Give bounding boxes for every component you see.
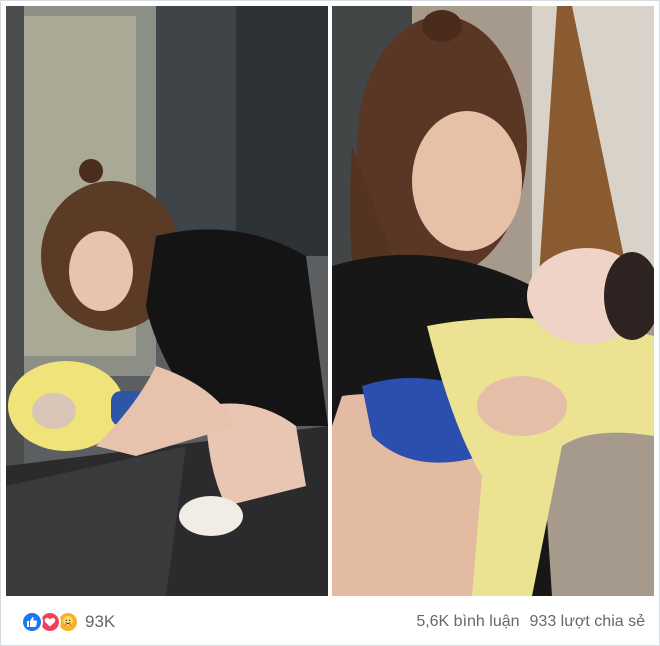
post-stats: 5,6K bình luận 933 lượt chia sẻ [416, 613, 645, 631]
post-photo-left[interactable] [6, 6, 328, 596]
comment-count-link[interactable]: 5,6K bình luận [416, 613, 519, 631]
reaction-count: 93K [85, 612, 116, 631]
like-icon [21, 611, 43, 633]
share-count-link[interactable]: 933 lượt chia sẻ [530, 613, 645, 631]
photo-left-illustration [6, 6, 328, 596]
photo-grid [6, 6, 654, 596]
post-photo-right[interactable] [332, 6, 654, 596]
reactions-summary[interactable]: 93K [21, 611, 115, 633]
photo-right-illustration [332, 6, 654, 596]
post-card: 93K 5,6K bình luận 933 lượt chia sẻ [0, 0, 660, 646]
post-footer: 93K 5,6K bình luận 933 lượt chia sẻ [1, 601, 659, 643]
reaction-icons [21, 611, 79, 633]
